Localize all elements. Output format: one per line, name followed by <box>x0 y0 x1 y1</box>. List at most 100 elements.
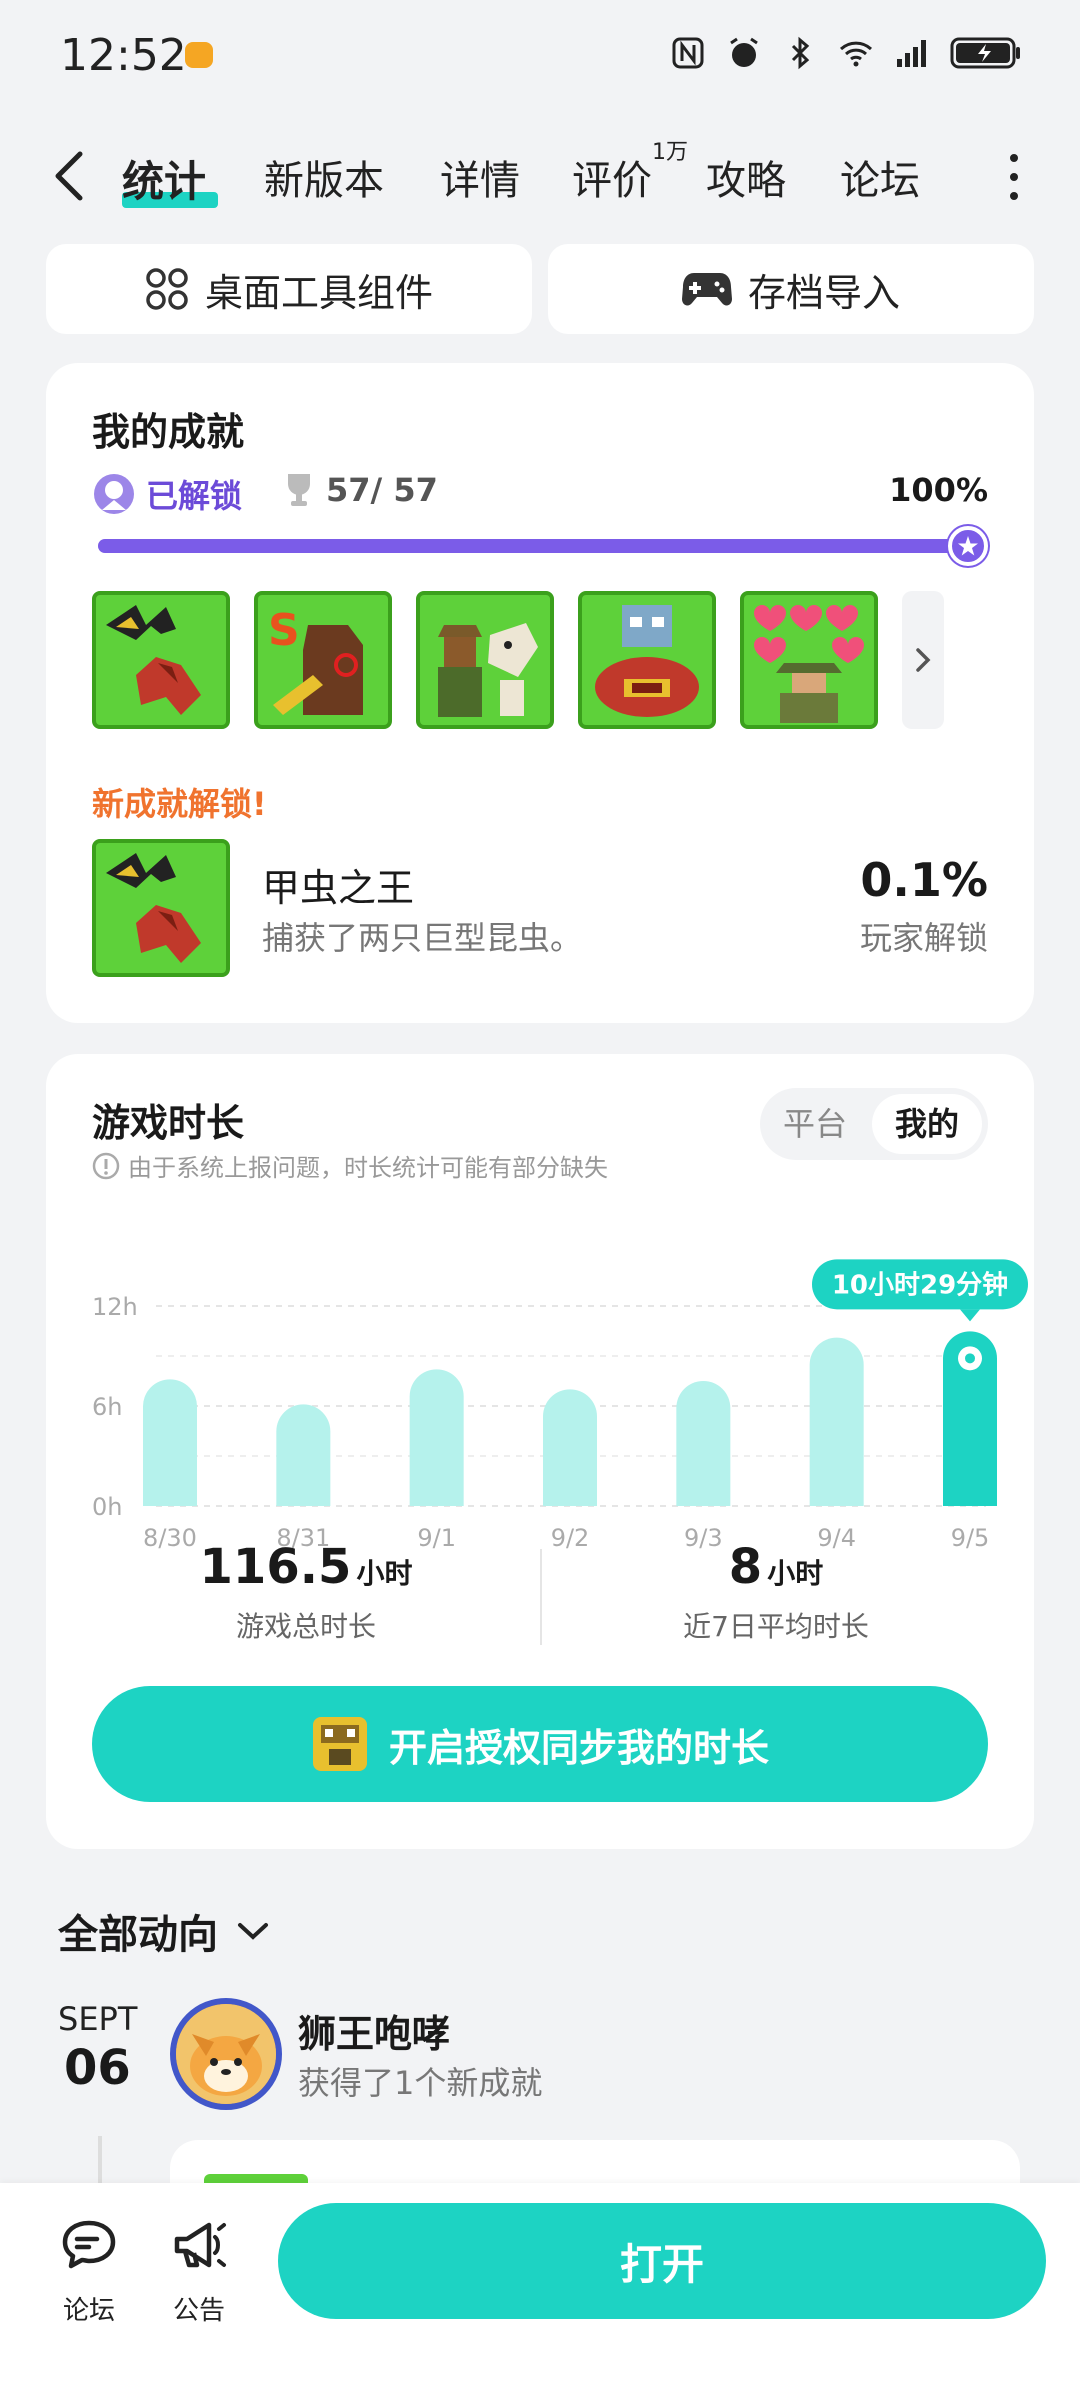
alarm-icon <box>730 37 758 67</box>
bottom-bar: 论坛 公告 打开 <box>0 2183 1080 2387</box>
tab-stats[interactable]: 统计 <box>122 148 206 209</box>
battery-icon <box>950 37 1020 69</box>
bottom-notice-button[interactable]: 公告 <box>154 2215 244 2327</box>
unlocked-label: 已解锁 <box>146 477 243 515</box>
activity-action: 获得了1个新成就 <box>298 2064 543 2102</box>
toggle-mine[interactable]: 我的 <box>872 1094 982 1154</box>
new-achievement-heading: 新成就解锁! <box>92 785 267 823</box>
achievement-count: 57/ 57 <box>284 471 438 509</box>
chart-y-tick-label: 0h <box>92 1493 122 1521</box>
chart-bar <box>143 1379 197 1506</box>
chart-highlight-marker-dot <box>965 1353 975 1364</box>
bottom-notice-label: 公告 <box>172 2296 225 2326</box>
playtime-hint-text: 由于系统上报问题，时长统计可能有部分缺失 <box>128 1154 608 1182</box>
app-notification-icon <box>185 42 213 68</box>
achievement-percent: 100% <box>889 471 988 509</box>
chart-bar <box>543 1389 597 1506</box>
forum-chat-icon <box>62 2220 116 2269</box>
chart-bar <box>409 1369 464 1506</box>
chevron-right-icon <box>916 648 931 672</box>
tab-details[interactable]: 详情 <box>440 148 520 206</box>
avatar[interactable] <box>170 1998 282 2110</box>
megaphone-icon <box>174 2222 226 2268</box>
reviews-count-badge: 1万 <box>652 140 688 165</box>
sync-playtime-button[interactable]: 开启授权同步我的时长 <box>92 1686 988 1802</box>
activity-month: SEPT <box>58 2000 138 2038</box>
desktop-widgets-button[interactable]: 桌面工具组件 <box>46 244 532 334</box>
achievement-beetle-icon[interactable] <box>92 591 230 729</box>
save-import-label: 存档导入 <box>747 270 900 315</box>
achievements-more-button[interactable] <box>902 591 944 729</box>
total-playtime-stat: 116.5 小时 游戏总时长 <box>106 1539 506 1645</box>
tab-reviews[interactable]: 评价 <box>572 148 652 206</box>
tab-guides[interactable]: 攻略 <box>706 148 786 206</box>
chart-bar <box>809 1337 864 1506</box>
total-playtime-label: 游戏总时长 <box>235 1610 376 1643</box>
achievement-icons-row: S <box>92 591 878 729</box>
new-achievement-rarity-label: 玩家解锁 <box>859 919 988 957</box>
bluetooth-icon <box>791 36 810 70</box>
avg-playtime-value: 8 <box>728 1539 763 1595</box>
avg-playtime-unit: 小时 <box>767 1557 824 1590</box>
new-achievement-icon[interactable] <box>92 839 230 977</box>
chart-tooltip-label: 10小时29分钟 <box>832 1269 1008 1300</box>
progress-star-icon <box>948 526 988 566</box>
save-import-button[interactable]: 存档导入 <box>548 244 1034 334</box>
svg-text:S: S <box>268 605 300 656</box>
chart-y-tick-label: 12h <box>92 1293 138 1321</box>
achievement-progress-bar <box>98 526 988 566</box>
more-menu-icon[interactable] <box>1008 154 1020 200</box>
desktop-widgets-label: 桌面工具组件 <box>204 270 433 315</box>
total-playtime-unit: 小时 <box>356 1557 413 1590</box>
activity-filter-dropdown[interactable]: 全部动向 <box>58 1902 270 1960</box>
achievements-title: 我的成就 <box>92 410 245 454</box>
avg-playtime-stat: 8 小时 近7日平均时长 <box>576 1539 976 1645</box>
gamepad-icon <box>681 273 732 306</box>
unlocked-status: 已解锁 <box>92 471 242 517</box>
achievement-explorer-icon[interactable] <box>416 591 554 729</box>
playtime-card: 游戏时长 由于系统上报问题，时长统计可能有部分缺失 平台 我的 12h 6h 0h 8… <box>46 1054 1034 1849</box>
new-achievement-name: 甲虫之王 <box>262 866 415 910</box>
game-cartridge-icon <box>312 1717 367 1771</box>
status-time: 12:52 <box>60 30 187 81</box>
toggle-platform[interactable]: 平台 <box>760 1088 870 1160</box>
playtime-bar-chart: 12h6h0h8/30 8/31 9/1 9/2 9/3 9/4 9/510小时29分钟 <box>92 1259 1028 1552</box>
playtime-source-toggle: 平台 我的 <box>760 1088 988 1160</box>
widgets-icon <box>146 268 188 310</box>
activity-title: 全部动向 <box>58 1912 218 1958</box>
nfc-icon <box>672 37 704 69</box>
bottom-forum-button[interactable]: 论坛 <box>44 2215 134 2327</box>
status-icons <box>670 28 1022 78</box>
trophy-icon <box>288 474 310 506</box>
playtime-title: 游戏时长 <box>92 1101 245 1145</box>
sync-playtime-label: 开启授权同步我的时长 <box>388 1725 769 1770</box>
tab-new-version[interactable]: 新版本 <box>264 148 384 206</box>
unlocked-medal-icon <box>94 474 134 514</box>
playtime-chart: 12h 6h 0h 8/30 8/31 9/1 9/2 9/3 9/4 9/5 10小时29分钟 <box>46 1214 1034 1574</box>
achievement-hearts-icon[interactable] <box>740 591 878 729</box>
total-playtime-value: 116.5 <box>199 1539 352 1595</box>
achievement-count-text: 57/ 57 <box>326 471 438 509</box>
back-arrow-icon[interactable] <box>50 148 90 204</box>
wifi-icon <box>839 41 873 67</box>
open-game-button[interactable]: 打开 <box>278 2203 1046 2319</box>
activity-user-name[interactable]: 狮王咆哮 <box>298 2003 450 2058</box>
bottom-forum-label: 论坛 <box>62 2296 115 2326</box>
playtime-hint: 由于系统上报问题，时长统计可能有部分缺失 <box>92 1148 608 1183</box>
chart-y-tick-label: 6h <box>92 1393 122 1421</box>
activity-day: 06 <box>64 2040 131 2096</box>
info-icon <box>92 1152 120 1179</box>
stat-divider <box>540 1549 542 1645</box>
new-achievement-description: 捕获了两只巨型昆虫。 <box>262 919 583 957</box>
chevron-down-icon <box>238 1923 268 1940</box>
achievement-villain-icon[interactable] <box>578 591 716 729</box>
new-achievement-rarity: 0.1% <box>860 853 988 907</box>
achievement-bear-icon[interactable]: S <box>254 591 392 729</box>
signal-icon <box>897 40 926 67</box>
chart-bar <box>676 1381 731 1506</box>
avg-playtime-label: 近7日平均时长 <box>683 1610 869 1643</box>
achievement-progress-fill <box>98 526 988 566</box>
chart-bar <box>276 1404 331 1506</box>
status-bar: 12:52 <box>0 0 1080 110</box>
tab-forum[interactable]: 论坛 <box>840 148 920 206</box>
